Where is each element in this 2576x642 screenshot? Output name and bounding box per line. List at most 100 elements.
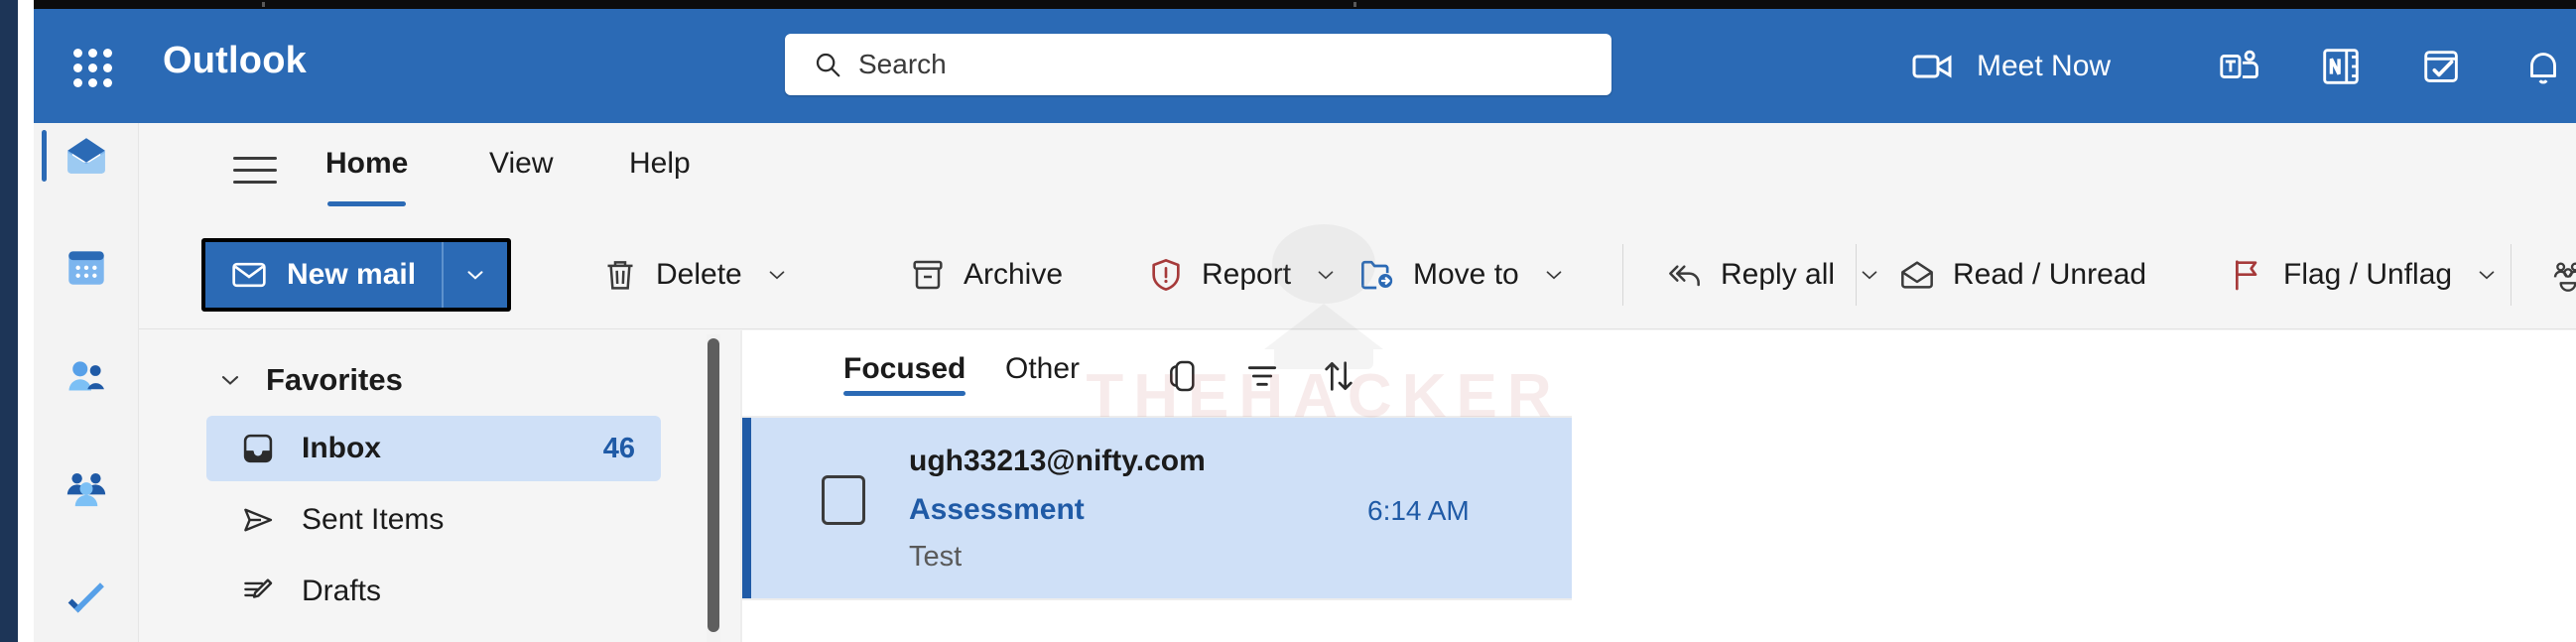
pivot-other[interactable]: Other — [1005, 352, 1080, 386]
read-unread-button[interactable]: Read / Unread — [1887, 238, 2156, 312]
sidebar-item-todo[interactable] — [34, 568, 139, 633]
video-camera-icon — [1912, 55, 1952, 77]
folder-item-inbox[interactable]: Inbox 46 — [206, 416, 661, 481]
drafts-pencil-icon — [244, 578, 273, 598]
chevron-down-icon[interactable] — [216, 366, 244, 394]
rail-selection-indicator — [42, 130, 47, 182]
tab-home[interactable]: Home — [325, 147, 408, 206]
mail-icon — [67, 138, 105, 174]
search-box[interactable] — [785, 34, 1611, 95]
pivot-focused[interactable]: Focused — [843, 352, 966, 396]
unread-indicator-bar — [742, 418, 751, 598]
folder-pane: Favorites Inbox 46 Sent Items Drafts — [139, 330, 724, 642]
inbox-icon — [243, 434, 273, 463]
message-checkbox[interactable] — [822, 475, 865, 525]
tab-view-label: View — [489, 147, 554, 180]
archive-button[interactable]: Archive — [898, 238, 1073, 312]
folder-item-sent-items-label: Sent Items — [302, 503, 445, 536]
flag-unflag-label: Flag / Unflag — [2283, 258, 2453, 291]
sort-icon[interactable] — [1319, 356, 1358, 396]
group-people-button[interactable] — [2538, 238, 2576, 312]
app-brand-title: Outlook — [163, 40, 307, 81]
message-subject: Assessment — [909, 493, 1085, 526]
app-rail — [34, 123, 139, 642]
group-people-icon — [2553, 262, 2576, 292]
archive-box-icon — [913, 260, 943, 290]
meet-now-button[interactable]: Meet Now — [1909, 9, 2111, 123]
pivot-other-label: Other — [1005, 352, 1081, 385]
chevron-down-icon[interactable] — [764, 262, 790, 288]
open-envelope-icon — [1901, 261, 1933, 289]
pivot-focused-label: Focused — [843, 352, 966, 385]
outlook-app-window: Outlook Meet Now — [34, 9, 2576, 642]
inbox-unread-count: 46 — [602, 432, 635, 464]
flag-icon — [2235, 260, 2257, 291]
send-icon — [244, 508, 273, 532]
calendar-icon — [68, 251, 104, 285]
message-timestamp: 6:14 AM — [1367, 495, 1470, 526]
sticky-notes-icon[interactable] — [2419, 44, 2465, 89]
checkmark-icon — [67, 582, 104, 613]
chevron-down-icon[interactable] — [1313, 262, 1339, 288]
notifications-bell-icon[interactable] — [2520, 44, 2566, 89]
envelope-icon — [232, 262, 266, 288]
conversation-view-icon[interactable] — [1164, 356, 1204, 396]
onenote-icon[interactable] — [2318, 44, 2364, 89]
sidebar-item-mail[interactable] — [34, 123, 139, 189]
message-sender: ugh33213@nifty.com — [909, 445, 1206, 477]
header-icon-group — [2217, 9, 2566, 123]
favorites-header[interactable]: Favorites — [216, 362, 403, 398]
filter-icon[interactable] — [1242, 356, 1282, 396]
read-unread-label: Read / Unread — [1953, 258, 2147, 291]
tab-help[interactable]: Help — [629, 147, 691, 200]
chevron-down-icon[interactable] — [2474, 262, 2500, 288]
message-list-item[interactable]: ugh33213@nifty.com Assessment Test 6:14 … — [742, 418, 1572, 598]
favorites-label: Favorites — [266, 362, 403, 397]
message-list-header: Focused Other — [742, 330, 1572, 416]
new-mail-split-button[interactable]: New mail — [201, 238, 512, 312]
folder-pane-scrollbar-thumb[interactable] — [708, 338, 719, 632]
pivot-active-underline — [843, 391, 966, 396]
sidebar-item-calendar[interactable] — [34, 234, 139, 300]
sidebar-item-people[interactable] — [34, 345, 139, 411]
window-top-black-bar — [34, 0, 2576, 9]
flag-unflag-button[interactable]: Flag / Unflag — [2218, 238, 2510, 312]
report-label: Report — [1202, 258, 1292, 291]
new-mail-button[interactable]: New mail — [205, 242, 445, 308]
search-icon — [816, 53, 840, 77]
move-to-folder-icon — [1361, 260, 1393, 290]
archive-label: Archive — [964, 258, 1064, 291]
meet-now-label: Meet Now — [1977, 49, 2112, 82]
report-button[interactable]: Report — [1136, 238, 1349, 312]
command-ribbon: New mail Delete Archive Report Move to R… — [139, 220, 2576, 329]
tab-view[interactable]: View — [489, 147, 553, 200]
folder-item-inbox-label: Inbox — [302, 432, 381, 464]
trash-icon — [607, 261, 633, 290]
reply-all-button[interactable]: Reply all — [1655, 238, 1892, 312]
message-list: Focused Other ugh33213@nifty.com Assessm… — [742, 330, 1572, 642]
app-launcher-waffle-icon[interactable] — [70, 46, 114, 89]
screenshot-root: Outlook Meet Now — [0, 0, 2576, 642]
hamburger-menu-icon[interactable] — [233, 157, 277, 187]
delete-button[interactable]: Delete — [590, 238, 800, 312]
groups-icon — [66, 472, 106, 507]
new-mail-caret-button[interactable] — [444, 242, 508, 308]
search-input[interactable] — [858, 49, 1553, 80]
teams-icon[interactable] — [2217, 44, 2262, 89]
tab-help-label: Help — [629, 147, 691, 180]
ribbon-tab-strip: Home View Help — [139, 123, 2576, 220]
message-preview: Test — [909, 541, 963, 573]
move-to-button[interactable]: Move to — [1348, 238, 1577, 312]
message-list-divider — [742, 598, 1572, 600]
tab-active-underline — [327, 201, 407, 206]
window-left-gutter — [18, 0, 34, 642]
ribbon-separator — [1856, 244, 1857, 306]
folder-item-drafts[interactable]: Drafts — [206, 559, 661, 624]
chevron-down-icon[interactable] — [1857, 262, 1882, 288]
people-icon — [68, 361, 104, 391]
chevron-down-icon[interactable] — [1541, 262, 1567, 288]
sidebar-item-groups[interactable] — [34, 456, 139, 522]
ribbon-separator — [1622, 244, 1623, 306]
folder-item-sent-items[interactable]: Sent Items — [206, 487, 661, 553]
reply-all-icon — [1669, 265, 1700, 287]
